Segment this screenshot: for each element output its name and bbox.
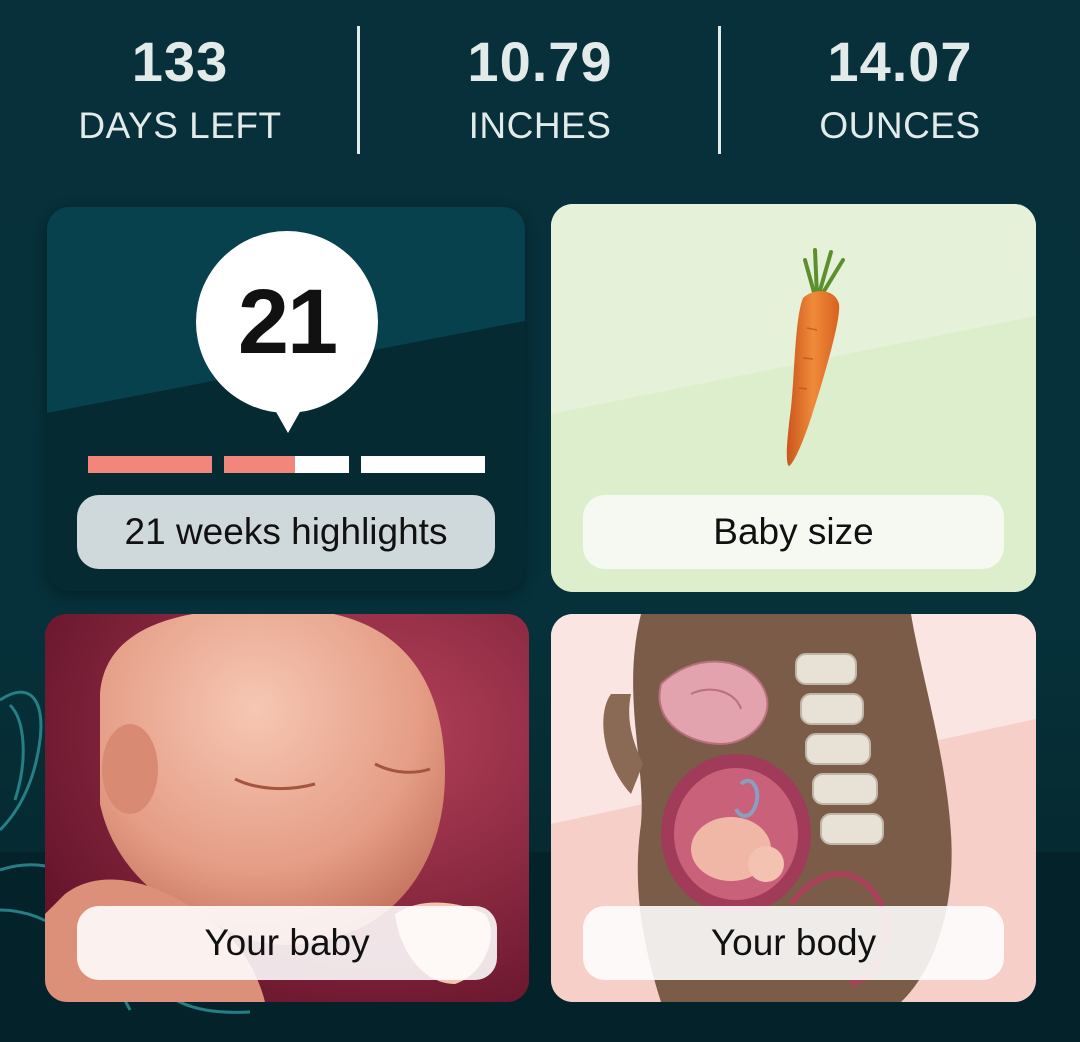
your-baby-card[interactable]: Your baby bbox=[45, 614, 529, 1002]
baby-size-button[interactable]: Baby size bbox=[583, 495, 1004, 569]
weight-label: OUNCES bbox=[819, 105, 981, 146]
length-label: INCHES bbox=[468, 105, 612, 146]
stat-length: 10.79 INCHES bbox=[360, 30, 720, 150]
trimester-1-progress bbox=[88, 456, 212, 473]
stat-days-left: 133 DAYS LEFT bbox=[0, 30, 360, 150]
week-badge: 21 bbox=[196, 231, 378, 413]
weekly-highlights-card[interactable]: 21 21 weeks highlights bbox=[47, 207, 525, 591]
week-badge-pointer bbox=[271, 403, 305, 433]
weight-value: 14.07 bbox=[827, 30, 973, 93]
baby-size-card[interactable]: Baby size bbox=[551, 204, 1036, 592]
trimester-3-progress bbox=[361, 456, 485, 473]
days-left-value: 133 bbox=[131, 30, 229, 93]
your-body-card[interactable]: Your body bbox=[551, 614, 1036, 1002]
trimester-2-fill bbox=[224, 456, 296, 473]
your-baby-button[interactable]: Your baby bbox=[77, 906, 497, 980]
trimester-2-progress bbox=[224, 456, 349, 473]
days-left-label: DAYS LEFT bbox=[78, 105, 282, 146]
carrot-icon bbox=[786, 248, 845, 466]
weekly-highlights-button[interactable]: 21 weeks highlights bbox=[77, 495, 495, 569]
stats-bar: 133 DAYS LEFT 10.79 INCHES 14.07 OUNCES bbox=[0, 0, 1080, 170]
length-value: 10.79 bbox=[467, 30, 613, 93]
week-number: 21 bbox=[237, 270, 338, 373]
trimester-1-fill bbox=[88, 456, 212, 473]
stat-weight: 14.07 OUNCES bbox=[720, 30, 1080, 150]
your-body-button[interactable]: Your body bbox=[583, 906, 1004, 980]
